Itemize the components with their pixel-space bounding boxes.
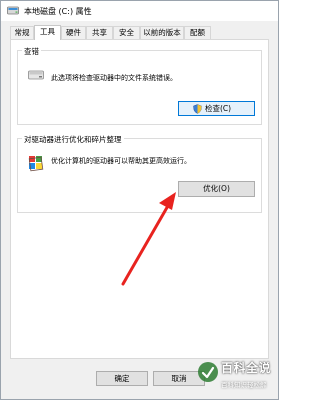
optimize-button[interactable]: 优化(O) (178, 181, 255, 197)
optimize-group: 对驱动器进行优化和碎片整理 优化计算机的驱动器可以帮助其更高效运行。 优化(O) (17, 134, 262, 213)
error-check-description: 此选项将检查驱动器中的文件系统错误。 (51, 74, 177, 82)
optimize-description: 优化计算机的驱动器可以帮助其更高效运行。 (51, 157, 191, 165)
tab-general[interactable]: 常规 (10, 26, 34, 39)
error-check-group: 查错 此选项将检查驱动器中的文件系统错误。 检查(C) (17, 46, 262, 125)
tab-hardware[interactable]: 硬件 (61, 26, 86, 39)
error-check-title: 查错 (22, 46, 41, 57)
watermark-main-text: 百科全说 (221, 361, 272, 375)
check-button[interactable]: 检查(C) (178, 101, 255, 116)
ok-button[interactable]: 确定 (96, 371, 148, 386)
watermark-logo-icon (198, 362, 218, 382)
watermark: 百科全说 百科知识轻松解 (197, 357, 277, 397)
tab-security[interactable]: 安全 (113, 26, 140, 39)
tab-content: 查错 此选项将检查驱动器中的文件系统错误。 检查(C) 对驱动器进行优化和碎片整… (10, 39, 269, 359)
defrag-icon (28, 156, 44, 172)
tab-sharing[interactable]: 共享 (86, 26, 113, 39)
shield-icon (193, 104, 202, 114)
tab-previous-versions[interactable]: 以前的版本 (140, 26, 184, 39)
tab-quota[interactable]: 配额 (184, 26, 211, 39)
window-title: 本地磁盘 (C:) 属性 (24, 7, 92, 16)
tab-tools[interactable]: 工具 (34, 25, 61, 40)
optimize-title: 对驱动器进行优化和碎片整理 (22, 134, 124, 145)
properties-dialog: 本地磁盘 (C:) 属性 常规 工具 硬件 共享 安全 以前的版本 配额 查错 … (0, 0, 279, 400)
title-bar: 本地磁盘 (C:) 属性 (1, 1, 278, 21)
check-button-label: 检查(C) (205, 104, 232, 113)
drive-icon (7, 6, 19, 15)
watermark-sub-text: 百科知识轻松解 (221, 381, 267, 389)
drive-icon (28, 70, 44, 80)
